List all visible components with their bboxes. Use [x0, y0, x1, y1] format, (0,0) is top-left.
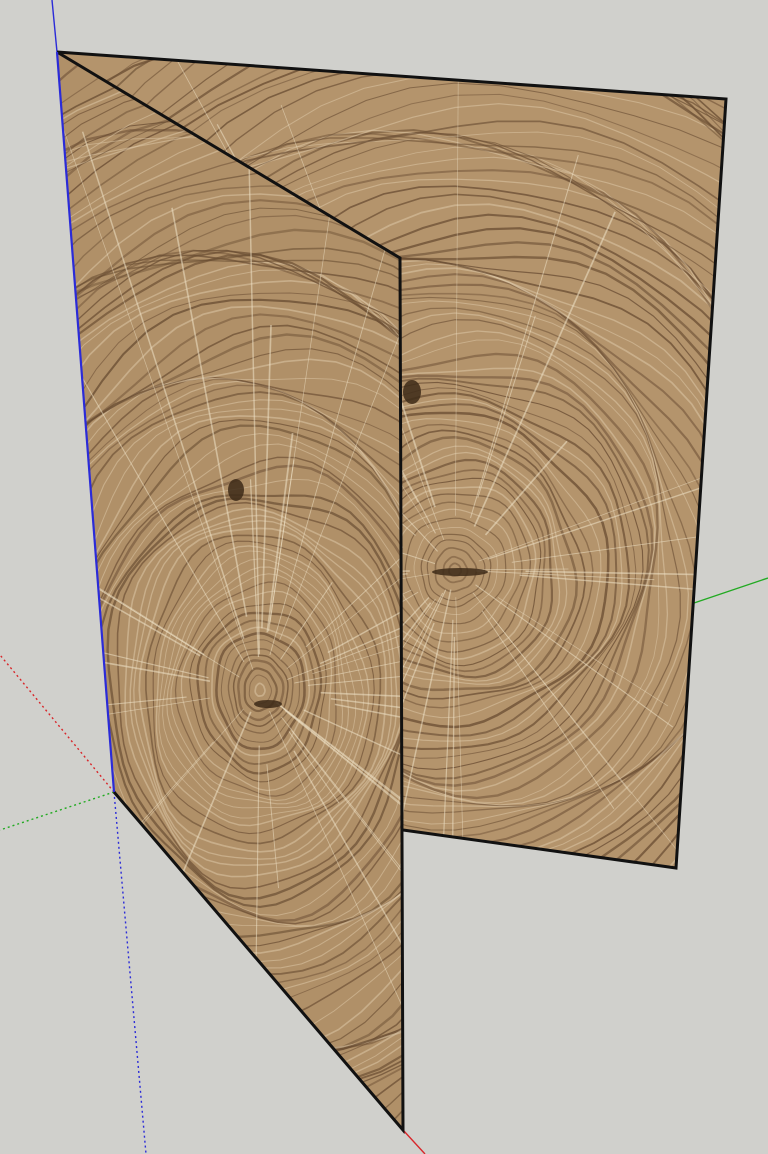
- 3d-scene[interactable]: [0, 0, 768, 1154]
- y-axis-dotted: [0, 791, 115, 831]
- x-axis-dotted: [0, 654, 115, 793]
- z-axis-solid: [51, 0, 58, 53]
- x-axis-solid: [402, 1129, 426, 1154]
- y-axis-solid: [693, 577, 768, 604]
- modeling-viewport[interactable]: [0, 0, 768, 1154]
- z-axis-dotted: [113, 791, 147, 1154]
